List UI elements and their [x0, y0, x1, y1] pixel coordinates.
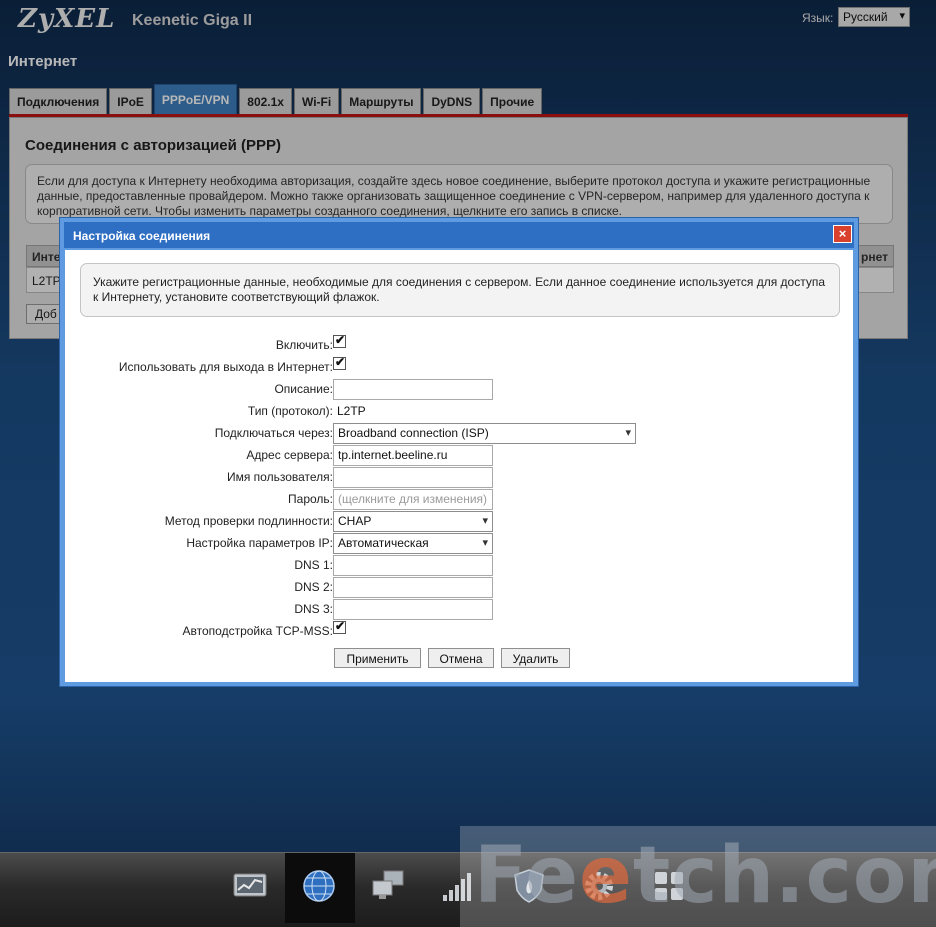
connection-settings-dialog: Настройка соединения × Укажите регистрац…: [59, 217, 859, 687]
dns3-label: DNS 3:: [294, 602, 333, 616]
ip-settings-label: Настройка параметров IP:: [186, 536, 333, 550]
dialog-body: Укажите регистрационные данные, необходи…: [65, 250, 853, 682]
enable-label: Включить:: [275, 338, 333, 352]
apply-button[interactable]: Применить: [334, 648, 421, 668]
auth-label: Метод проверки подлинности:: [164, 514, 333, 528]
type-value: L2TP: [337, 404, 366, 418]
watermark-o: e: [579, 831, 633, 921]
dns3-input[interactable]: [333, 599, 493, 620]
password-input[interactable]: (щелкните для изменения): [333, 489, 493, 510]
chevron-down-icon: ▾: [482, 537, 488, 549]
watermark-post: tch.com: [632, 831, 936, 921]
connect-via-label: Подключаться через:: [214, 426, 333, 440]
internet-label: Использовать для выхода в Интернет:: [118, 360, 333, 374]
dns2-label: DNS 2:: [294, 580, 333, 594]
dns1-input[interactable]: [333, 555, 493, 576]
row-internet: Использовать для выхода в Интернет: ✔: [65, 355, 853, 377]
dialog-titlebar[interactable]: Настройка соединения ×: [64, 222, 854, 248]
row-dns3: DNS 3:: [65, 599, 853, 620]
internet-checkbox[interactable]: ✔: [333, 355, 346, 370]
row-server: Адрес сервера: tp.internet.beeline.ru: [65, 445, 853, 466]
cancel-button[interactable]: Отмена: [428, 648, 494, 668]
enable-checkbox[interactable]: ✔: [333, 333, 346, 348]
close-icon[interactable]: ×: [833, 225, 852, 243]
row-ip-settings: Настройка параметров IP: Автоматическая …: [65, 533, 853, 554]
username-input[interactable]: [333, 467, 493, 488]
checkmark-icon: ✔: [335, 619, 346, 633]
chart-monitor-icon[interactable]: [232, 868, 268, 904]
globe-icon[interactable]: [301, 868, 337, 904]
row-auth: Метод проверки подлинности: CHAP ▾: [65, 511, 853, 532]
chevron-down-icon: ▾: [625, 427, 631, 439]
row-type: Тип (протокол): L2TP: [65, 401, 853, 421]
row-dns2: DNS 2:: [65, 577, 853, 598]
chevron-down-icon: ▾: [482, 515, 488, 527]
description-label: Описание:: [274, 382, 333, 396]
dialog-title: Настройка соединения: [73, 229, 211, 243]
watermark: Feetch.com: [460, 826, 936, 927]
auth-value: CHAP: [338, 514, 372, 528]
row-tcp-mss: Автоподстройка TCP-MSS: ✔: [65, 619, 853, 641]
row-description: Описание:: [65, 379, 853, 400]
dns1-label: DNS 1:: [294, 558, 333, 572]
connect-via-select[interactable]: Broadband connection (ISP) ▾: [333, 423, 636, 444]
dns2-input[interactable]: [333, 577, 493, 598]
row-enable: Включить: ✔: [65, 333, 853, 355]
server-input[interactable]: tp.internet.beeline.ru: [333, 445, 493, 466]
ip-settings-value: Автоматическая: [338, 536, 429, 550]
watermark-pre: Fe: [474, 831, 580, 921]
dialog-info: Укажите регистрационные данные, необходи…: [80, 263, 840, 317]
row-password: Пароль: (щелкните для изменения): [65, 489, 853, 510]
tcp-mss-label: Автоподстройка TCP-MSS:: [182, 624, 333, 638]
checkmark-icon: ✔: [335, 333, 346, 347]
network-computers-icon[interactable]: [370, 868, 406, 904]
server-label: Адрес сервера:: [246, 448, 333, 462]
connect-via-value: Broadband connection (ISP): [338, 426, 489, 440]
description-input[interactable]: [333, 379, 493, 400]
auth-select[interactable]: CHAP ▾: [333, 511, 493, 532]
ip-settings-select[interactable]: Автоматическая ▾: [333, 533, 493, 554]
type-label: Тип (протокол):: [247, 404, 333, 418]
row-dns1: DNS 1:: [65, 555, 853, 576]
row-connect-via: Подключаться через: Broadband connection…: [65, 423, 853, 444]
tcp-mss-checkbox[interactable]: ✔: [333, 619, 346, 634]
password-label: Пароль:: [288, 492, 333, 506]
delete-button[interactable]: Удалить: [501, 648, 570, 668]
username-label: Имя пользователя:: [226, 470, 333, 484]
row-username: Имя пользователя:: [65, 467, 853, 488]
checkmark-icon: ✔: [335, 355, 346, 369]
